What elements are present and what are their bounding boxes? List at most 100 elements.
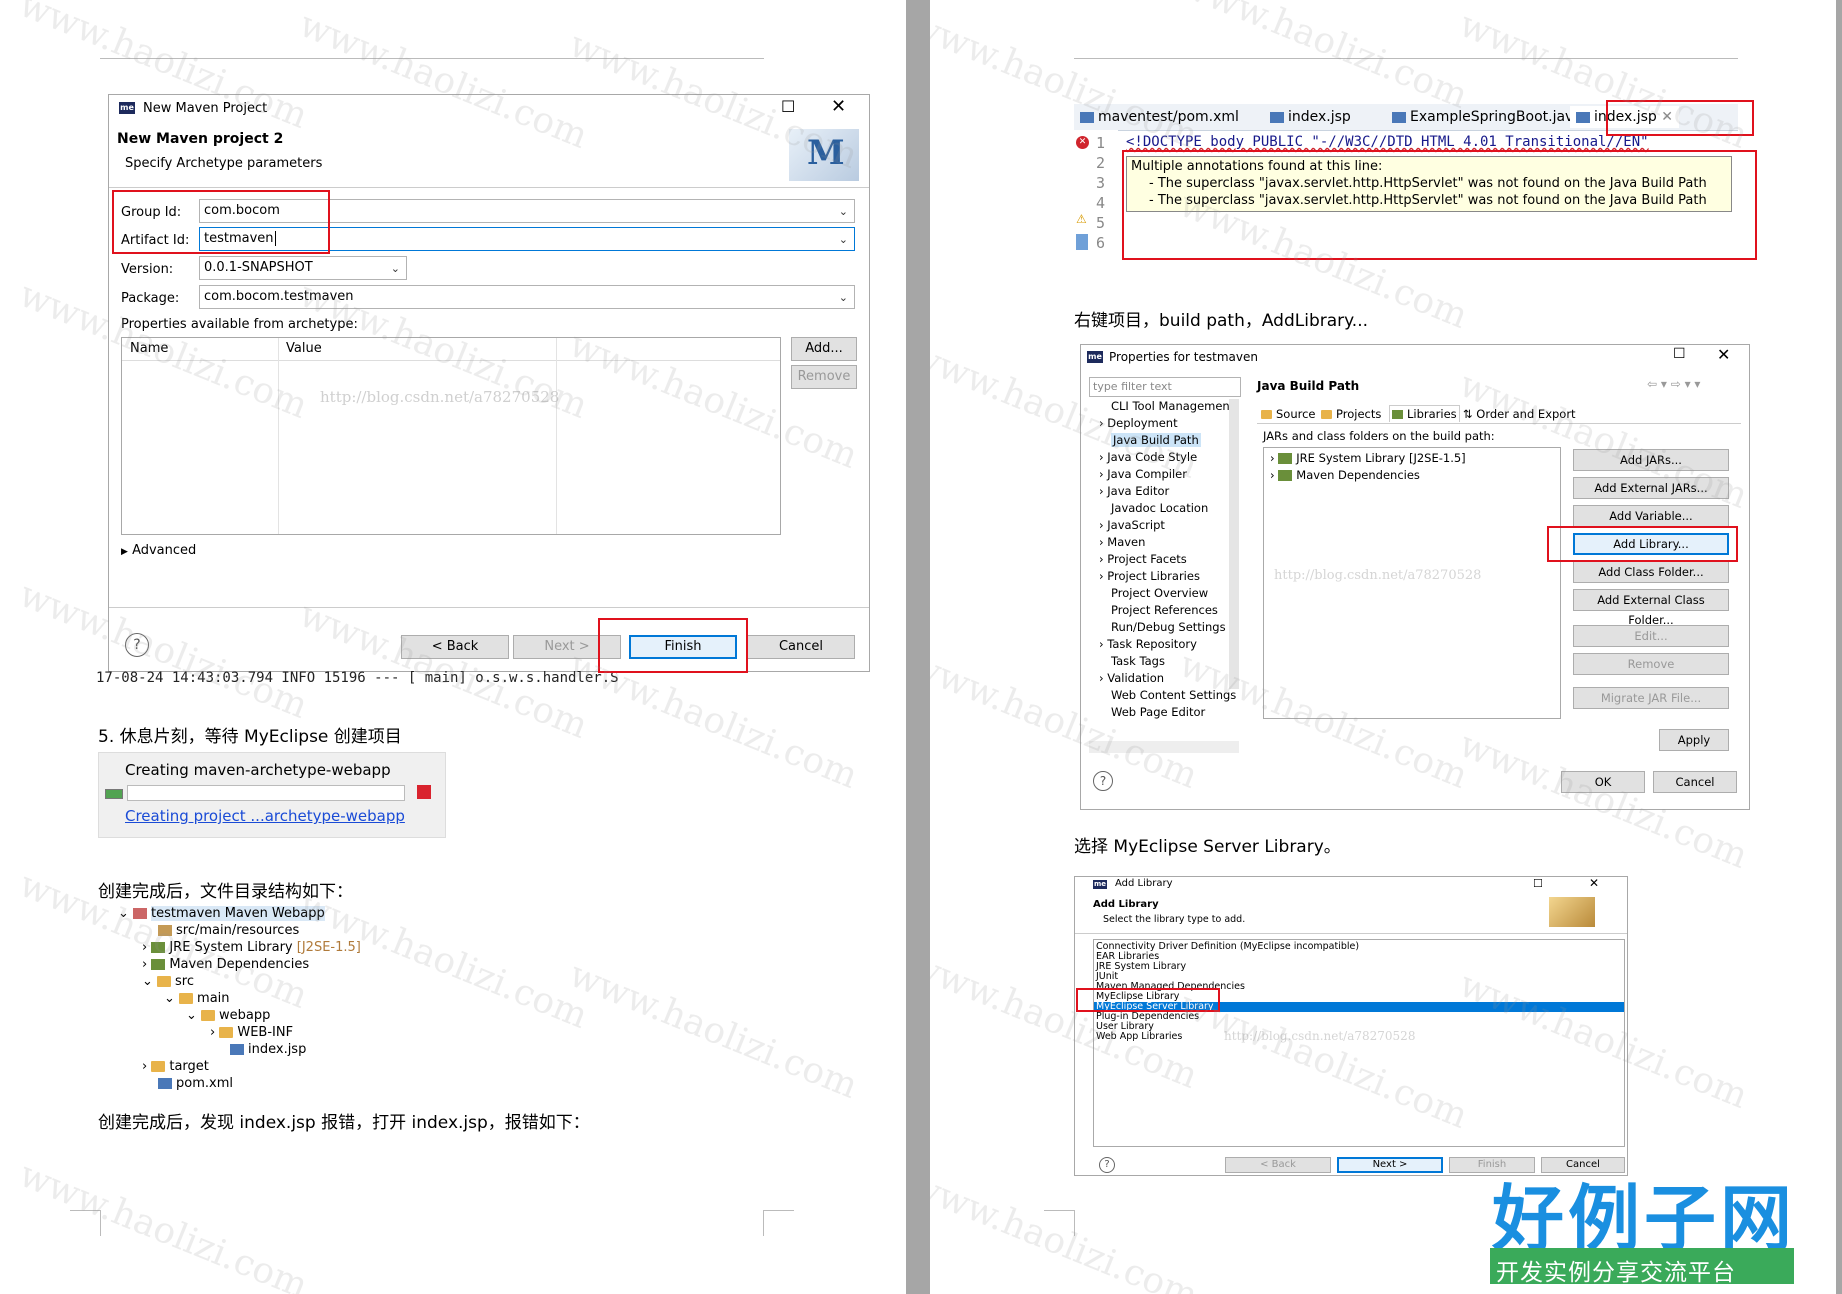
library-item[interactable]: › Maven Dependencies <box>1270 468 1420 482</box>
migrate-jar-button[interactable]: Migrate JAR File... <box>1573 687 1729 709</box>
add-external-jars-button[interactable]: Add External JARs... <box>1573 477 1729 499</box>
remove-property-button[interactable]: Remove <box>791 365 857 389</box>
tree-item-indexjsp[interactable]: index.jsp <box>230 1042 306 1057</box>
tab-index-jsp[interactable]: index.jsp <box>1270 109 1351 125</box>
add-property-button[interactable]: Add... <box>791 337 857 361</box>
nav-horizontal-scrollbar[interactable] <box>1089 741 1239 753</box>
wizard-subheading: Select the library type to add. <box>1103 914 1246 925</box>
apply-button[interactable]: Apply <box>1659 729 1729 751</box>
help-icon[interactable]: ? <box>1099 1157 1115 1173</box>
nav-item[interactable]: › Java Compiler <box>1099 467 1187 481</box>
nav-item[interactable]: Web Content Settings <box>1111 688 1236 702</box>
tab-example-java[interactable]: ExampleSpringBoot.java <box>1392 109 1582 125</box>
tab-order-export[interactable]: ⇅ Order and Export <box>1463 407 1576 421</box>
dialog-titlebar: me Properties for testmaven ☐ ✕ <box>1081 345 1749 373</box>
chevron-down-icon[interactable]: ⌄ <box>839 291 848 304</box>
nav-item[interactable]: › Task Repository <box>1099 637 1197 651</box>
nav-item[interactable]: › Java Editor <box>1099 484 1169 498</box>
tree-item-webinf[interactable]: › WEB-INF <box>210 1025 293 1040</box>
chevron-down-icon[interactable]: ⌄ <box>391 262 400 275</box>
folder-icon <box>179 993 194 1004</box>
site-watermark: www.haolizi.com <box>13 1154 314 1294</box>
help-icon[interactable]: ? <box>125 633 149 657</box>
nav-item[interactable]: Project References <box>1111 603 1218 617</box>
edit-button[interactable]: Edit... <box>1573 625 1729 647</box>
back-button[interactable]: < Back <box>401 635 509 659</box>
library-item[interactable]: › JRE System Library [J2SE-1.5] <box>1270 451 1466 465</box>
nav-item[interactable]: › Deployment <box>1099 416 1178 430</box>
chevron-down-icon[interactable]: ⌄ <box>839 205 848 218</box>
error-marker-icon[interactable]: ✕ <box>1076 136 1089 149</box>
wizard-heading: Add Library <box>1093 899 1159 910</box>
close-icon[interactable]: ✕ <box>1717 345 1730 364</box>
nav-scrollbar[interactable] <box>1229 399 1239 689</box>
back-button[interactable]: < Back <box>1225 1157 1331 1173</box>
add-external-class-folder-button[interactable]: Add External Class Folder... <box>1573 589 1729 627</box>
tab-libraries-active[interactable]: Libraries <box>1389 405 1460 422</box>
library-type-list[interactable]: Connectivity Driver Definition (MyEclips… <box>1093 939 1625 1147</box>
nav-arrows-icon[interactable]: ⇦ ▾ ⇨ ▾ ▾ <box>1647 377 1700 391</box>
library-type-item[interactable]: Web App Libraries <box>1096 1032 1182 1042</box>
nav-item[interactable]: CLI Tool Managemen <box>1111 399 1230 413</box>
tree-item-jre[interactable]: › JRE System Library [J2SE-1.5] <box>142 940 361 955</box>
tab-pom[interactable]: maventest/pom.xml <box>1080 109 1239 125</box>
tab-projects[interactable]: Projects <box>1321 407 1381 421</box>
tree-item-main[interactable]: ⌄ main <box>164 991 230 1006</box>
tree-item-webapp[interactable]: ⌄ webapp <box>186 1008 270 1023</box>
next-button[interactable]: Next > <box>1337 1157 1443 1173</box>
nav-item[interactable]: Project Overview <box>1111 586 1208 600</box>
tree-item-pom[interactable]: pom.xml <box>158 1076 233 1091</box>
nav-item[interactable]: › Java Code Style <box>1099 450 1197 464</box>
nav-item[interactable]: Javadoc Location <box>1111 501 1208 515</box>
column-header-name[interactable]: Name <box>130 341 168 356</box>
tree-label: src/main/resources <box>176 923 300 938</box>
cancel-button[interactable]: Cancel <box>1653 771 1737 793</box>
version-combo[interactable]: 0.0.1-SNAPSHOT ⌄ <box>199 256 407 280</box>
package-combo[interactable]: com.bocom.testmaven ⌄ <box>199 285 855 309</box>
warning-marker-icon[interactable]: ⚠ <box>1076 212 1087 226</box>
nav-item-selected[interactable]: Java Build Path <box>1111 433 1201 447</box>
stop-icon[interactable] <box>417 785 431 799</box>
tree-item-maven-deps[interactable]: › Maven Dependencies <box>142 957 309 972</box>
tree-item-resources[interactable]: src/main/resources <box>158 923 299 938</box>
step-5-text: 5. 休息片刻，等待 MyEclipse 创建项目 <box>98 727 402 747</box>
tree-item-root[interactable]: ⌄ testmaven Maven Webapp <box>118 906 325 921</box>
close-icon[interactable]: ✕ <box>831 96 846 117</box>
nav-item[interactable]: › Validation <box>1099 671 1164 685</box>
maximize-icon[interactable]: ☐ <box>1533 877 1543 890</box>
project-tree: ⌄ testmaven Maven Webapp src/main/resour… <box>118 906 418 1096</box>
expand-arrow-icon: ▶ <box>121 547 128 557</box>
remove-button[interactable]: Remove <box>1573 653 1729 675</box>
maximize-icon[interactable]: ☐ <box>781 97 795 116</box>
tree-item-target[interactable]: › target <box>142 1059 209 1074</box>
filter-input[interactable]: type filter text <box>1089 377 1241 397</box>
cancel-button[interactable]: Cancel <box>747 635 855 659</box>
progress-link[interactable]: Creating project ...archetype-webapp <box>125 807 405 825</box>
nav-item[interactable]: Task Tags <box>1111 654 1165 668</box>
nav-item[interactable]: › Project Facets <box>1099 552 1187 566</box>
jsp-file-icon <box>1576 111 1590 123</box>
properties-table[interactable]: Name Value http://blog.csdn.net/a7827052… <box>121 337 781 535</box>
maximize-icon[interactable]: ☐ <box>1673 346 1686 362</box>
close-icon[interactable]: ✕ <box>1589 876 1599 890</box>
tree-item-src[interactable]: ⌄ src <box>142 974 194 989</box>
tab-source[interactable]: Source <box>1261 407 1316 421</box>
maven-logo: M <box>789 129 859 181</box>
build-path-tabs: Source Projects Libraries ⇅ Order and Ex… <box>1257 405 1741 424</box>
ok-button[interactable]: OK <box>1561 771 1645 793</box>
nav-item[interactable]: › Project Libraries <box>1099 569 1200 583</box>
nav-item[interactable]: Web Page Editor <box>1111 705 1205 719</box>
nav-item[interactable]: Run/Debug Settings <box>1111 620 1226 634</box>
new-maven-project-dialog: me New Maven Project ☐ ✕ New Maven proje… <box>108 94 870 672</box>
library-list[interactable]: › JRE System Library [J2SE-1.5] › Maven … <box>1263 447 1561 719</box>
nav-item[interactable]: › Maven <box>1099 535 1145 549</box>
help-icon[interactable]: ? <box>1093 771 1113 791</box>
nav-item[interactable]: › JavaScript <box>1099 518 1165 532</box>
add-class-folder-button[interactable]: Add Class Folder... <box>1573 561 1729 583</box>
code-line-1[interactable]: <!DOCTYPE body PUBLIC "-//W3C//DTD HTML … <box>1126 134 1649 150</box>
column-header-value[interactable]: Value <box>286 341 322 356</box>
add-jars-button[interactable]: Add JARs... <box>1573 449 1729 471</box>
chevron-down-icon[interactable]: ⌄ <box>839 233 848 246</box>
add-variable-button[interactable]: Add Variable... <box>1573 505 1729 527</box>
advanced-toggle[interactable]: ▶ Advanced <box>121 543 196 558</box>
